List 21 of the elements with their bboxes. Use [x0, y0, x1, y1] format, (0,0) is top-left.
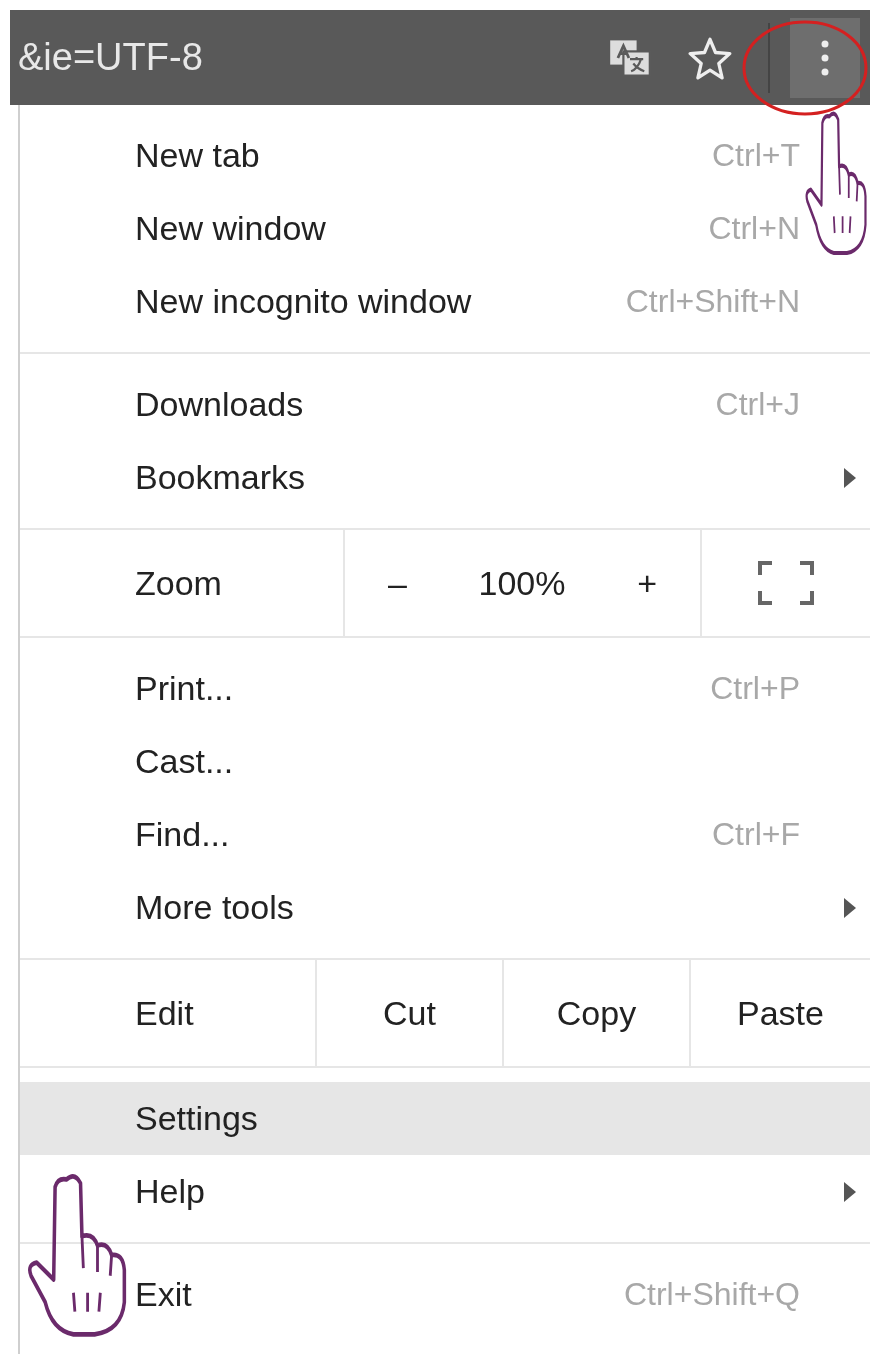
- zoom-label: Zoom: [20, 530, 345, 636]
- star-icon[interactable]: [688, 35, 732, 80]
- menu-item[interactable]: Settings: [20, 1082, 870, 1155]
- menu-item[interactable]: Downloads Ctrl+J: [20, 368, 870, 441]
- fullscreen-icon[interactable]: [758, 561, 814, 605]
- menu-button[interactable]: [790, 17, 860, 98]
- address-text: &ie=UTF-8: [18, 36, 203, 79]
- menu-item[interactable]: Print... Ctrl+P: [20, 652, 870, 725]
- menu-item[interactable]: Exit Ctrl+Shift+Q: [20, 1258, 870, 1331]
- menu-item[interactable]: More tools: [20, 871, 870, 944]
- zoom-level: 100%: [478, 563, 566, 603]
- zoom-in-button[interactable]: +: [623, 559, 672, 607]
- zoom-out-button[interactable]: –: [373, 559, 421, 607]
- menu-item[interactable]: New window Ctrl+N: [20, 192, 870, 265]
- menu-item[interactable]: Cast...: [20, 725, 870, 798]
- translate-icon[interactable]: [608, 37, 652, 78]
- menu-item[interactable]: New incognito window Ctrl+Shift+N: [20, 265, 870, 338]
- menu-item[interactable]: New tab Ctrl+T: [20, 119, 870, 192]
- menu-item[interactable]: Bookmarks: [20, 441, 870, 514]
- menu-item[interactable]: Help: [20, 1155, 870, 1228]
- menu-item[interactable]: Find... Ctrl+F: [20, 798, 870, 871]
